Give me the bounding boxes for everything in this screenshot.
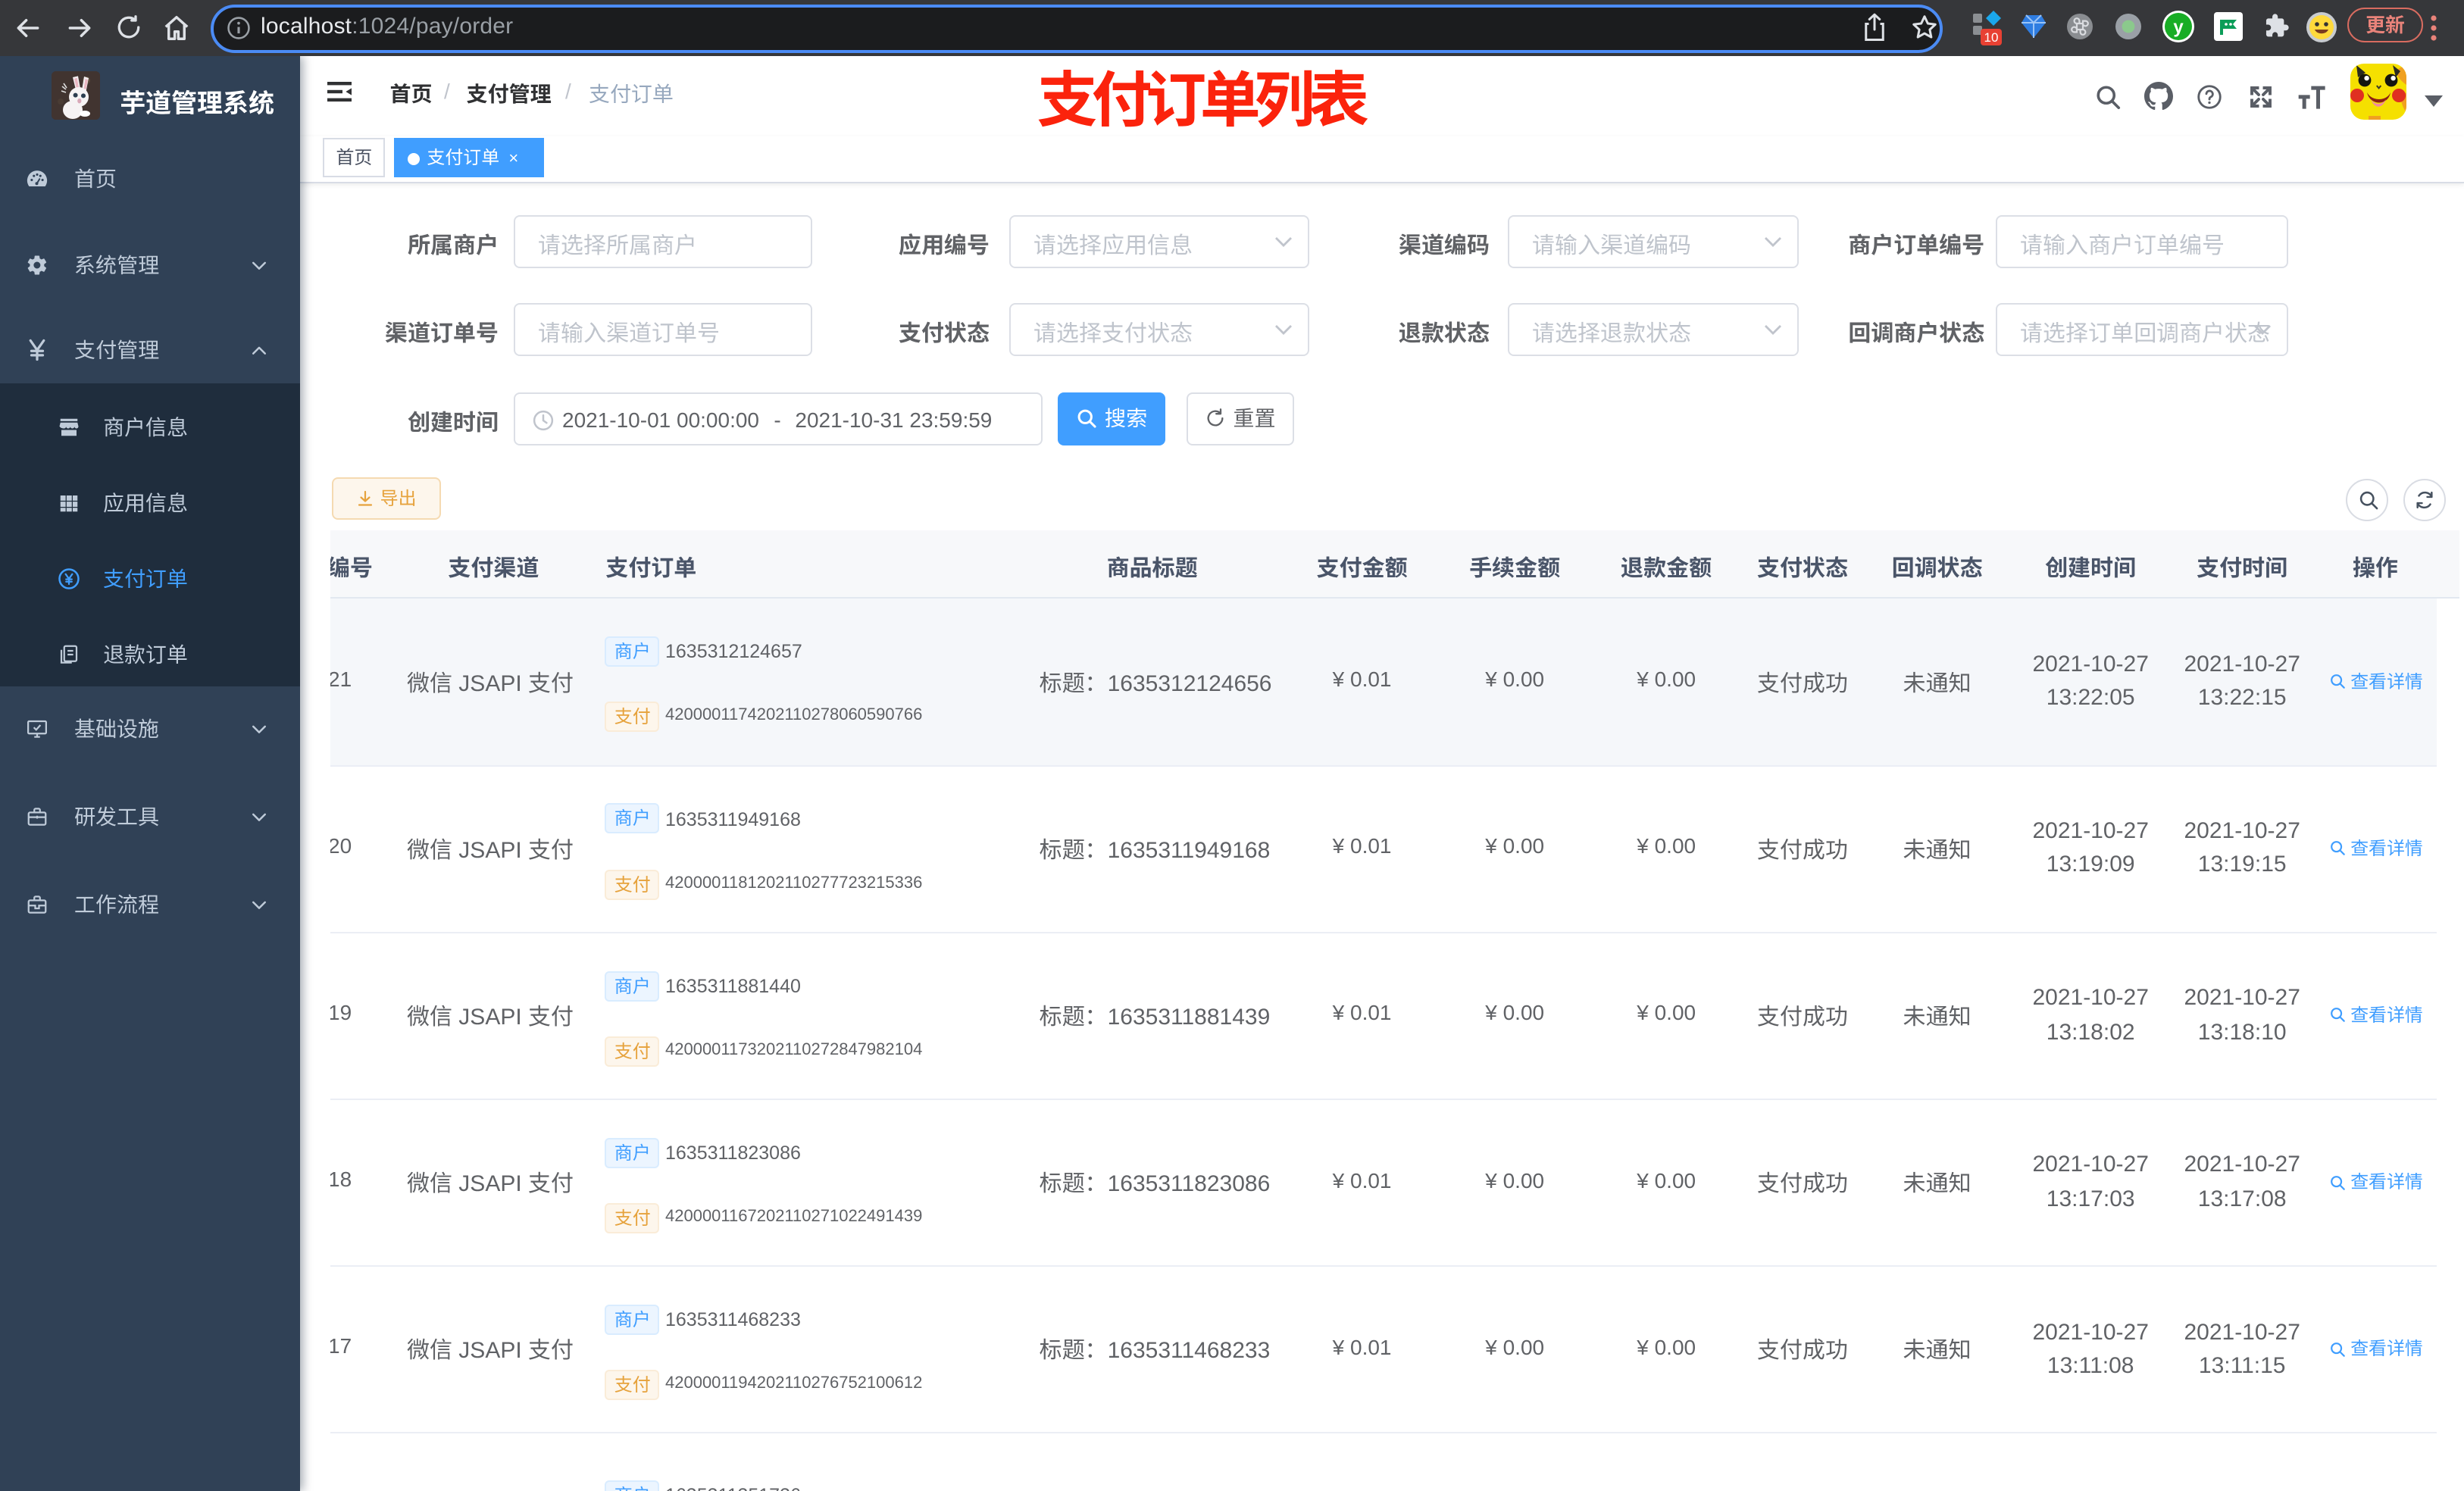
svg-text:y: y <box>2173 17 2184 38</box>
svg-text:10: 10 <box>1984 30 1999 45</box>
